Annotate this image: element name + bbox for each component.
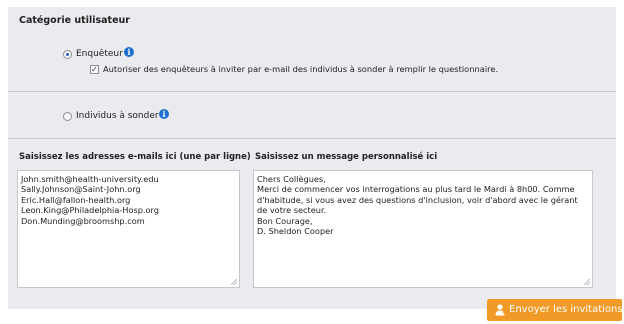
resize-handle[interactable] (231, 279, 237, 285)
message-line: D. Sheldon Cooper (257, 226, 334, 237)
add-user-icon (495, 304, 506, 316)
allow-invite-checkbox[interactable]: ✓ (90, 65, 99, 74)
message-line: Merci de commencer vos interrogations au… (257, 184, 575, 195)
email-line: Don.Munding@broomshp.com (21, 215, 145, 226)
send-invitations-label: Envoyer les invitations (509, 304, 623, 315)
email-line: Leon.King@Philadelphia-Hosp.org (21, 205, 159, 216)
emails-textarea[interactable]: John.smith@health-university.edu Sally.J… (17, 170, 240, 288)
info-icon[interactable]: i (124, 47, 134, 57)
message-title: Saisissez un message personnalisé ici (255, 152, 438, 162)
message-line: de votre secteur. (257, 205, 327, 216)
message-textarea[interactable]: Chers Collègues, Merci de commencer vos … (253, 170, 593, 288)
allow-invite-label: Autoriser des enquêteurs à inviter par e… (103, 64, 499, 74)
radio-enqueteur-label: Enquêteur (76, 49, 123, 59)
message-line: d'habitude, si vous avez des questions d… (257, 194, 578, 205)
message-line: Chers Collègues, (257, 174, 326, 184)
radio-individus-label: Individus à sonder (76, 111, 159, 121)
info-icon[interactable]: i (159, 109, 169, 119)
email-line: Sally.Johnson@Saint-John.org (21, 184, 141, 195)
emails-title: Saisissez les adresses e-mails ici (une … (19, 152, 251, 162)
radio-enqueteur[interactable] (63, 50, 72, 59)
section-title: Catégorie utilisateur (19, 15, 130, 26)
resize-handle[interactable] (584, 279, 590, 285)
send-invitations-button[interactable]: Envoyer les invitations (487, 299, 623, 321)
message-line: Bon Courage, (257, 215, 313, 226)
email-line: Eric.Hall@fallon-health.org (21, 194, 131, 205)
radio-individus[interactable] (63, 112, 72, 121)
email-line: John.smith@health-university.edu (21, 174, 159, 184)
